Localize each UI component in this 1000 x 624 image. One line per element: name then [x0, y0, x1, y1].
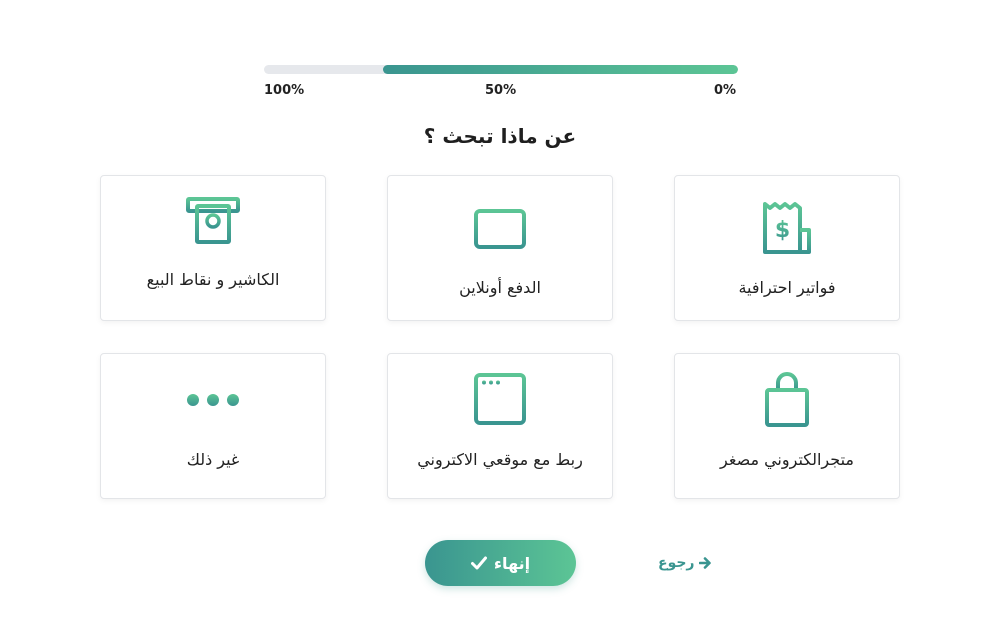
option-label: فواتير احترافية: [738, 278, 836, 297]
finish-label: إنهاء: [493, 553, 531, 573]
more-dots-icon: [187, 394, 239, 406]
cash-register-icon: [186, 197, 240, 244]
progress-label-end: 0%: [714, 83, 737, 98]
receipt-dollar-icon: $: [763, 202, 811, 254]
option-label: ربط مع موقعي الاكتروني: [417, 450, 583, 469]
arrow-right-icon: [698, 557, 711, 569]
progress-bar: [264, 65, 738, 74]
option-card-online-payment[interactable]: الدفع أونلاين: [387, 175, 613, 321]
question-title: عن ماذا تبحث ؟: [423, 124, 577, 148]
option-card-website-integration[interactable]: ربط مع موقعي الاكتروني: [387, 353, 613, 499]
credit-card-icon: [474, 209, 526, 249]
back-link[interactable]: رجوع: [658, 555, 711, 571]
option-label: غير ذلك: [186, 450, 240, 469]
option-label: متجرالكتروني مصغر: [720, 450, 854, 469]
option-card-other[interactable]: غير ذلك: [100, 353, 326, 499]
option-label: الكاشير و نقاط البيع: [146, 270, 280, 289]
option-card-invoices[interactable]: $ فواتير احترافية: [674, 175, 900, 321]
shopping-bag-icon: [765, 372, 809, 427]
back-label: رجوع: [658, 555, 695, 571]
finish-button[interactable]: إنهاء: [425, 540, 576, 586]
progress-label-middle: 50%: [485, 83, 517, 98]
option-label: الدفع أونلاين: [459, 278, 541, 297]
svg-text:$: $: [775, 218, 790, 243]
option-card-mini-store[interactable]: متجرالكتروني مصغر: [674, 353, 900, 499]
progress-label-start: 100%: [264, 83, 305, 98]
progress-fill: [382, 65, 738, 74]
browser-window-icon: [474, 373, 526, 425]
option-card-pos[interactable]: الكاشير و نقاط البيع: [100, 175, 326, 321]
checkmark-icon: [470, 556, 487, 570]
